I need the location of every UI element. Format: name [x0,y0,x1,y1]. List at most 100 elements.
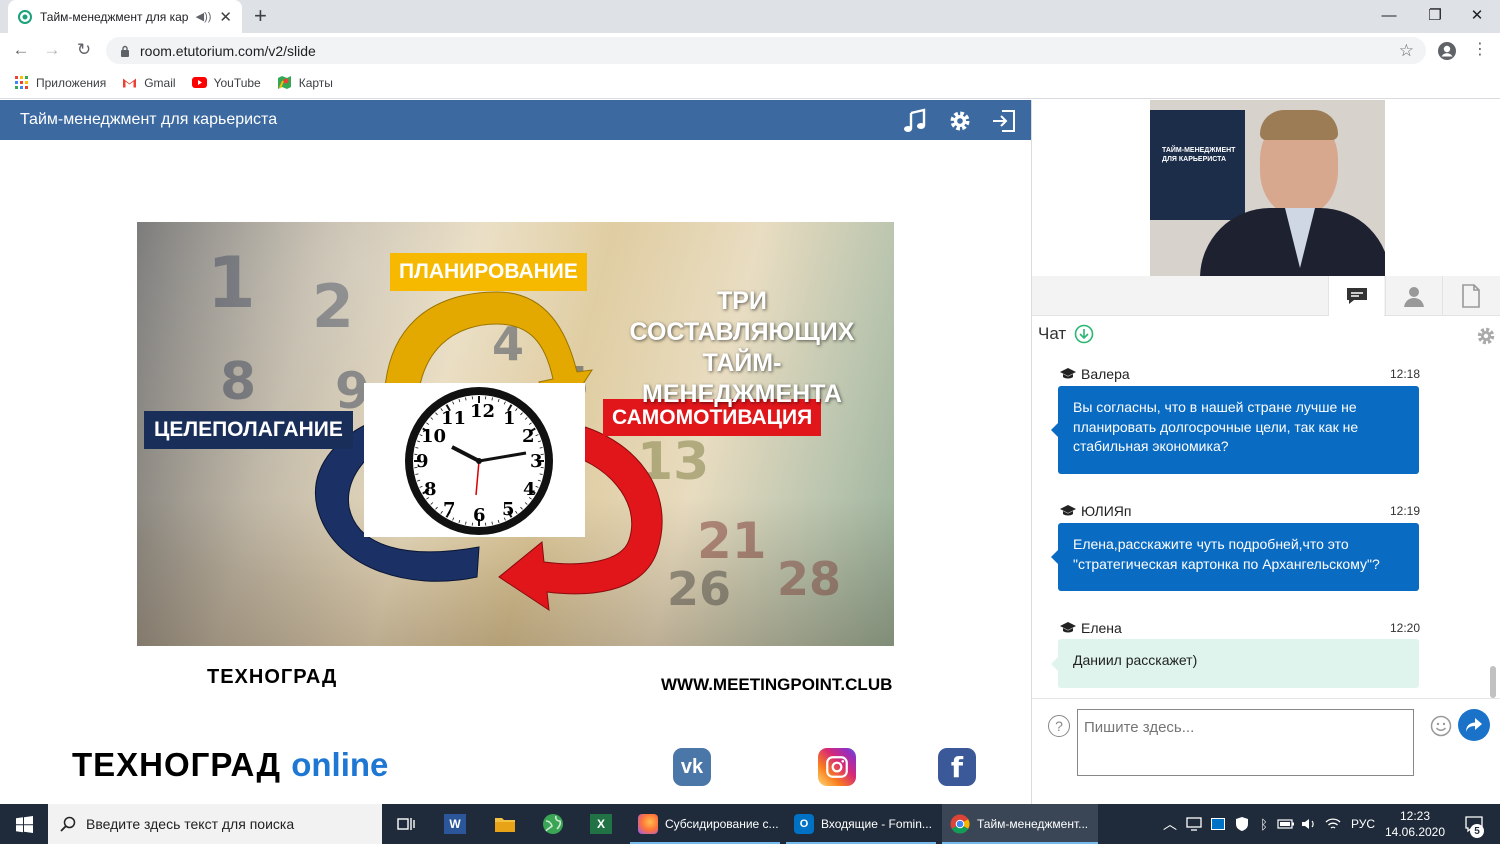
tekhnograd-logo-small: ТЕХНОГРАД [207,666,338,688]
tab-files[interactable] [1442,276,1498,316]
browser-tabstrip: Тайм-менеджмент для карьериста ◀)) ✕ + —… [0,0,1500,33]
clock-number-7: 7 [443,499,456,520]
message-time: 12:19 [1389,504,1420,518]
taskbar-app-chrome[interactable]: Тайм-менеджмент... [942,804,1098,844]
task-view-icon[interactable] [383,804,429,844]
send-button[interactable] [1458,709,1490,741]
taskbar-app-label: Входящие - Fomin... [821,817,932,831]
graduation-cap-icon [1060,622,1076,633]
emoji-icon[interactable] [1430,715,1452,737]
lock-icon [121,45,129,57]
tab-title: Тайм-менеджмент для карьериста [40,9,188,24]
taskbar-app-label: Тайм-менеджмент... [977,817,1089,831]
browser-menu-icon[interactable]: ⋮ [1472,39,1488,59]
chat-input-row: ? [1032,698,1500,804]
taskbar-app-firefox[interactable]: Субсидирование с... [630,804,780,844]
taskbar-app-outlook[interactable]: O Входящие - Fomin... [786,804,936,844]
tray-network-drive-icon[interactable] [1183,804,1205,844]
download-circle-icon[interactable] [1074,324,1094,344]
file-explorer-icon[interactable] [482,804,528,844]
forward-button[interactable]: → [40,38,64,62]
tray-language[interactable]: РУС [1348,804,1378,844]
clock-number-6: 6 [473,505,486,526]
taskbar-clock[interactable]: 12:23 14.06.2020 [1380,808,1450,840]
clock-time: 12:23 [1399,809,1431,823]
chat-message-input[interactable] [1077,709,1414,776]
vk-icon[interactable]: vk [673,748,711,786]
tray-wifi-icon[interactable] [1322,804,1344,844]
tab-participants[interactable] [1385,276,1441,316]
tray-volume-icon[interactable] [1298,804,1320,844]
search-icon [60,816,76,832]
back-button[interactable]: ← [9,38,33,62]
message-author: Елена [1081,620,1122,636]
bookmark-gmail[interactable]: Gmail [122,75,176,90]
clock-number-9: 9 [416,451,429,472]
close-window-button[interactable]: ✕ [1454,0,1500,30]
address-bar[interactable]: room.etutorium.com/v2/slide ☆ [106,37,1426,64]
bookmarks-bar: Приложения Gmail YouTube Карты [0,67,1500,99]
instagram-icon[interactable] [818,748,856,786]
room-title: Тайм-менеджмент для карьериста [20,111,278,128]
help-icon[interactable]: ? [1048,715,1070,737]
message-meta: Валера 12:18 [1060,366,1420,382]
tray-chevron-up-icon[interactable]: ︿ [1160,804,1180,844]
bookmark-star-icon[interactable]: ☆ [1399,41,1414,61]
clock-number-5: 5 [502,499,515,520]
tray-bluetooth-icon[interactable]: ᛒ [1255,804,1273,844]
chat-scrollbar[interactable] [1490,666,1496,698]
gmail-icon [123,78,137,88]
action-center-button[interactable]: 5 [1456,804,1492,844]
tray-defender-icon[interactable] [1231,804,1253,844]
settings-gear-icon[interactable] [946,107,974,135]
tab-chat[interactable] [1328,276,1384,316]
chat-settings-gear-icon[interactable] [1475,325,1497,347]
graduation-cap-icon [1060,505,1076,516]
chat-message: Елена,расскажите чуть подробней,что это … [1051,523,1419,591]
tab-close-icon[interactable]: ✕ [219,8,232,26]
taskbar-search[interactable]: Введите здесь текст для поиска [48,804,382,844]
tray-battery-icon[interactable] [1275,804,1297,844]
music-icon[interactable] [901,107,929,135]
label-planning: ПЛАНИРОВАНИЕ [390,253,587,291]
video-screen-text: ТАЙМ-МЕНЕДЖМЕНТ ДЛЯ КАРЬЕРИСТА [1162,147,1236,163]
chat-title: Чат [1038,324,1067,343]
slide-area: 1 2 8 9 4 5 13 21 26 28 [0,140,1031,804]
search-placeholder: Введите здесь текст для поиска [86,816,295,832]
bookmark-youtube[interactable]: YouTube [191,75,261,90]
message-meta: Елена 12:20 [1060,620,1420,636]
chrome-icon [950,814,970,834]
message-time: 12:18 [1389,367,1420,381]
excel-icon[interactable]: X [578,804,624,844]
clock-number-10: 10 [421,426,447,447]
clock-number-8: 8 [424,479,437,500]
browser-toolbar: ← → ↻ room.etutorium.com/v2/slide ☆ ⋮ [0,33,1500,67]
start-button[interactable] [0,804,48,844]
maximize-button[interactable]: ❐ [1412,0,1458,30]
bookmark-apps[interactable]: Приложения [14,75,106,90]
facebook-icon[interactable]: f [938,748,976,786]
chat-message: Даниил расскажет) [1051,639,1419,688]
file-icon [1461,284,1480,308]
speaker-video: ТАЙМ-МЕНЕДЖМЕНТ ДЛЯ КАРЬЕРИСТА [1150,100,1385,276]
meetingpoint-url: WWW.MEETINGPOINT.CLUB [661,675,893,694]
firefox-icon [638,814,658,834]
user-icon [1403,287,1424,307]
exit-icon[interactable] [990,107,1018,135]
bookmark-label: YouTube [213,75,261,90]
clock-number-12: 12 [470,401,496,422]
slide-headline: ТРИ СОСТАВЛЯЮЩИХ ТАЙМ-МЕНЕДЖМЕНТА [607,286,877,410]
clock-number-1: 1 [503,408,516,429]
bookmark-maps[interactable]: Карты [277,75,333,90]
speaker-icon[interactable]: ◀)) [196,10,212,23]
chat-header: Чат [1038,324,1094,344]
word-icon[interactable]: W [432,804,478,844]
browser-globe-icon[interactable] [530,804,576,844]
new-tab-button[interactable]: + [254,3,267,29]
reload-button[interactable]: ↻ [72,38,96,62]
tray-outlook-icon[interactable] [1207,804,1229,844]
logo-big-text: ТЕХНОГРАД [72,746,282,783]
profile-icon[interactable] [1437,41,1457,61]
minimize-button[interactable]: — [1366,0,1412,30]
browser-tab-active[interactable]: Тайм-менеджмент для карьериста ◀)) ✕ [8,0,242,33]
